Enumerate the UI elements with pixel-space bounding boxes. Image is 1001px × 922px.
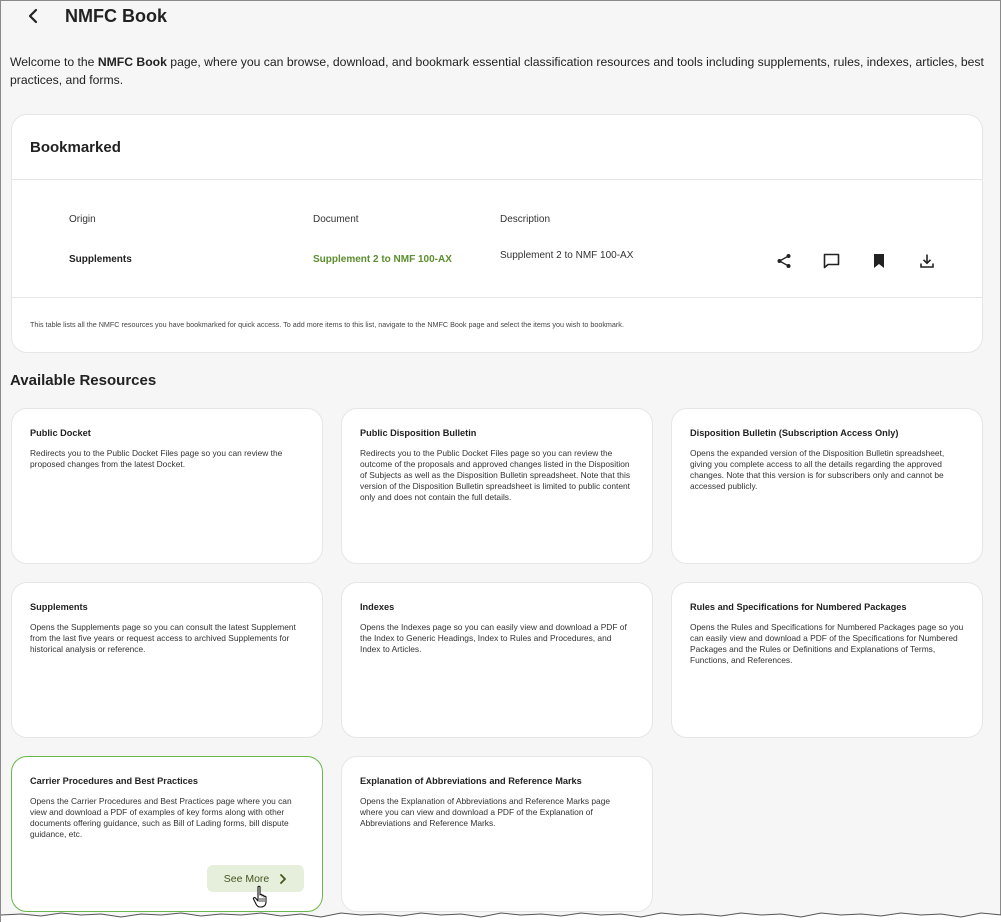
back-button[interactable] bbox=[21, 4, 45, 28]
page-header: NMFC Book bbox=[21, 3, 167, 29]
resource-title: Public Docket bbox=[30, 428, 91, 438]
column-header-document: Document bbox=[313, 214, 359, 225]
intro-bold: NMFC Book bbox=[97, 55, 167, 69]
resource-description: Opens the expanded version of the Dispos… bbox=[690, 448, 945, 491]
see-more-label: See More bbox=[223, 872, 270, 885]
resource-title: Carrier Procedures and Best Practices bbox=[30, 776, 199, 786]
resource-description: Redirects you to the Public Docket Files… bbox=[360, 448, 631, 502]
chevron-right-icon bbox=[280, 873, 287, 884]
share-icon bbox=[777, 254, 791, 268]
comment-button[interactable] bbox=[820, 250, 842, 272]
resource-description: Opens the Carrier Procedures and Best Pr… bbox=[30, 796, 292, 839]
resource-card-public-disposition-bulletin[interactable]: Public Disposition Bulletin Redirects yo… bbox=[341, 408, 653, 564]
bookmarked-footnote: This table lists all the NMFC resources … bbox=[30, 320, 624, 329]
resource-card-supplements[interactable]: Supplements Opens the Supplements page s… bbox=[11, 582, 323, 738]
row-origin: Supplements bbox=[69, 254, 132, 265]
column-header-origin: Origin bbox=[69, 214, 96, 225]
resource-description: Opens the Supplements page so you can co… bbox=[30, 622, 296, 654]
divider bbox=[12, 297, 982, 298]
download-icon bbox=[920, 254, 934, 268]
bookmarked-title: Bookmarked bbox=[30, 139, 121, 156]
resource-title: Rules and Specifications for Numbered Pa… bbox=[690, 602, 907, 612]
resource-title: Explanation of Abbreviations and Referen… bbox=[360, 776, 582, 786]
resource-title: Public Disposition Bulletin bbox=[360, 428, 477, 438]
torn-edge bbox=[1, 912, 1001, 922]
resource-title: Indexes bbox=[360, 602, 395, 612]
resource-description: Opens the Indexes page so you can easily… bbox=[360, 622, 627, 654]
column-header-description: Description bbox=[500, 214, 551, 225]
resource-card-rules-specifications[interactable]: Rules and Specifications for Numbered Pa… bbox=[671, 582, 983, 738]
resource-description: Redirects you to the Public Docket Files… bbox=[30, 448, 283, 469]
share-button[interactable] bbox=[773, 250, 795, 272]
divider bbox=[12, 179, 982, 180]
resource-description: Opens the Explanation of Abbreviations a… bbox=[360, 796, 611, 828]
chevron-left-icon bbox=[28, 8, 38, 24]
resource-card-abbreviations[interactable]: Explanation of Abbreviations and Referen… bbox=[341, 756, 653, 912]
row-document-link[interactable]: Supplement 2 to NMF 100-AX bbox=[313, 254, 452, 265]
bookmark-button[interactable] bbox=[868, 250, 890, 272]
intro-text: Welcome to the NMFC Book page, where you… bbox=[10, 53, 985, 89]
resource-title: Supplements bbox=[30, 602, 88, 612]
download-button[interactable] bbox=[916, 250, 938, 272]
intro-prefix: Welcome to the bbox=[10, 55, 98, 69]
resource-card-indexes[interactable]: Indexes Opens the Indexes page so you ca… bbox=[341, 582, 653, 738]
resource-title: Disposition Bulletin (Subscription Acces… bbox=[690, 428, 899, 438]
row-description: Supplement 2 to NMF 100-AX bbox=[500, 250, 634, 261]
bookmarked-card: Bookmarked Origin Document Description S… bbox=[11, 114, 983, 353]
comment-icon bbox=[823, 253, 839, 269]
bookmark-icon bbox=[874, 254, 884, 268]
resource-card-carrier-procedures[interactable]: Carrier Procedures and Best Practices Op… bbox=[11, 756, 323, 912]
resource-card-public-docket[interactable]: Public Docket Redirects you to the Publi… bbox=[11, 408, 323, 564]
resource-card-disposition-bulletin-subscription[interactable]: Disposition Bulletin (Subscription Acces… bbox=[671, 408, 983, 564]
page-title: NMFC Book bbox=[65, 5, 167, 26]
available-resources-title: Available Resources bbox=[10, 372, 157, 389]
resource-description: Opens the Rules and Specifications for N… bbox=[690, 622, 964, 665]
